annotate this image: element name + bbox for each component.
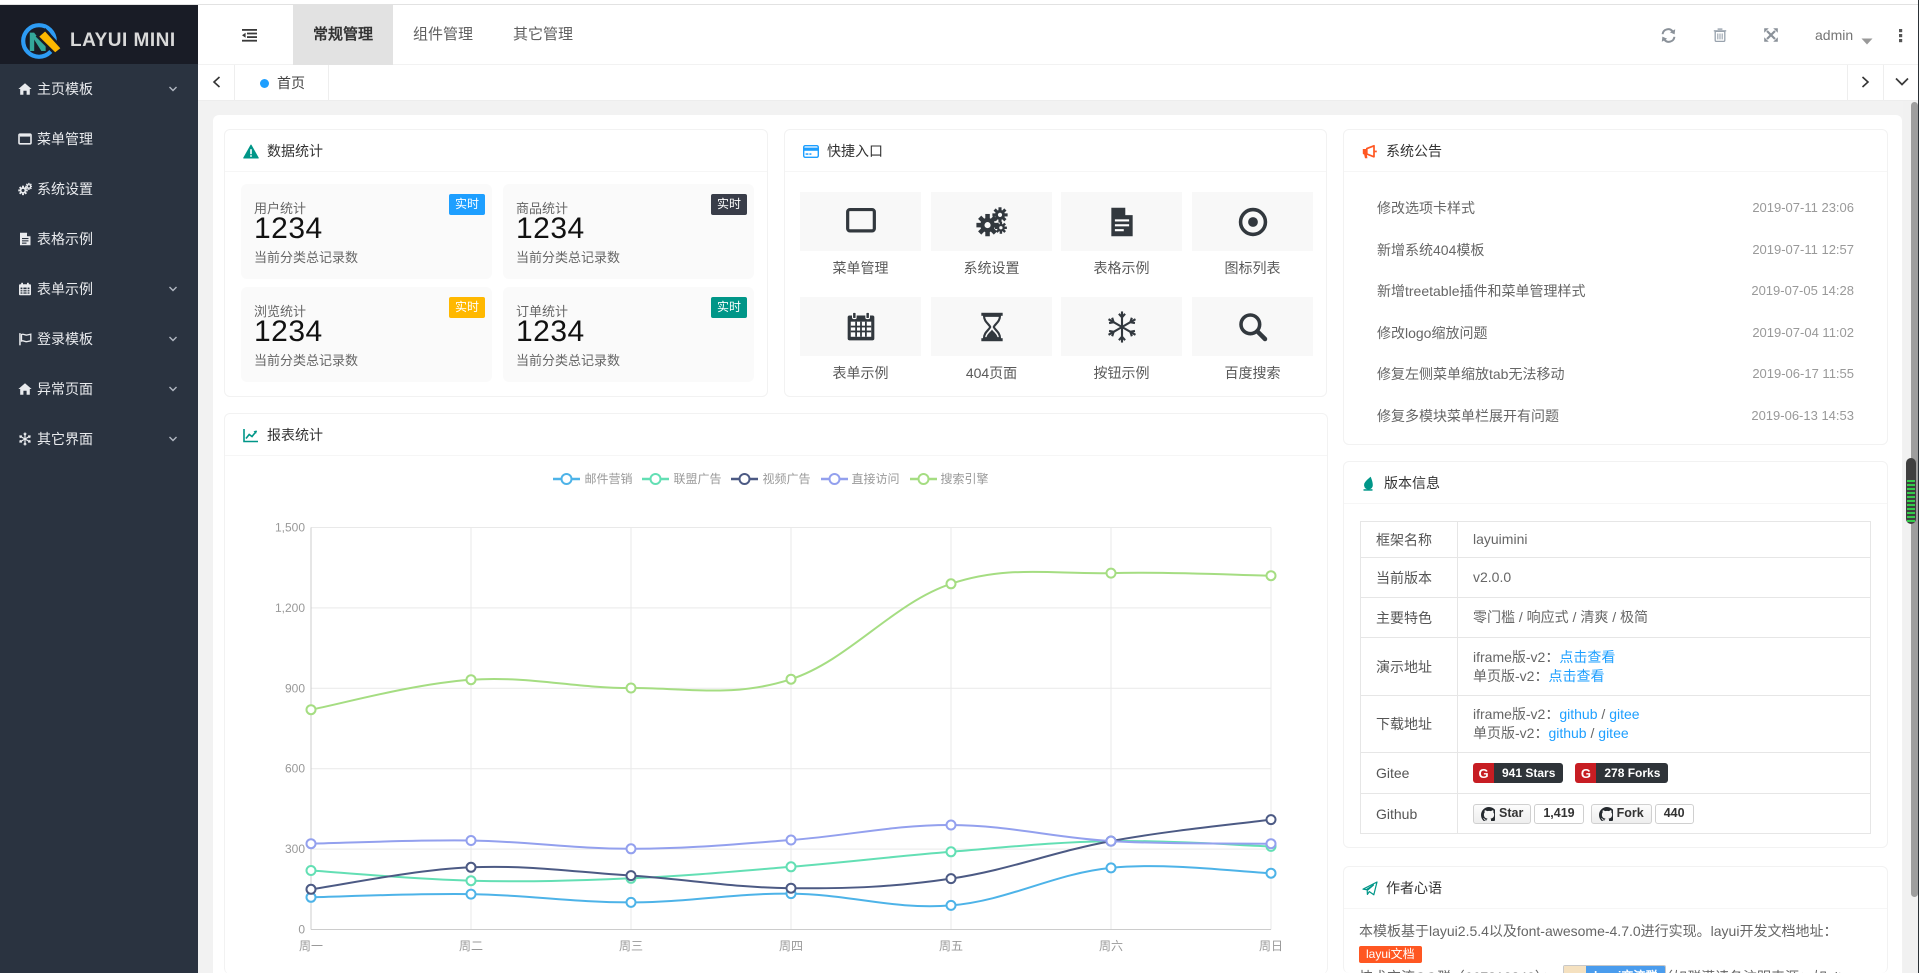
svg-text:300: 300 <box>285 842 305 856</box>
svg-text:周一: 周一 <box>299 939 323 953</box>
svg-text:1,200: 1,200 <box>275 601 305 615</box>
svg-text:周五: 周五 <box>939 939 963 953</box>
svg-text:周三: 周三 <box>619 939 643 953</box>
svg-text:周六: 周六 <box>1099 939 1123 953</box>
svg-text:周二: 周二 <box>459 939 483 953</box>
svg-text:900: 900 <box>285 681 305 695</box>
svg-text:周四: 周四 <box>779 939 803 953</box>
svg-text:0: 0 <box>298 923 305 937</box>
svg-text:周日: 周日 <box>1259 939 1283 953</box>
svg-text:600: 600 <box>285 762 305 776</box>
svg-text:1,500: 1,500 <box>275 521 305 535</box>
